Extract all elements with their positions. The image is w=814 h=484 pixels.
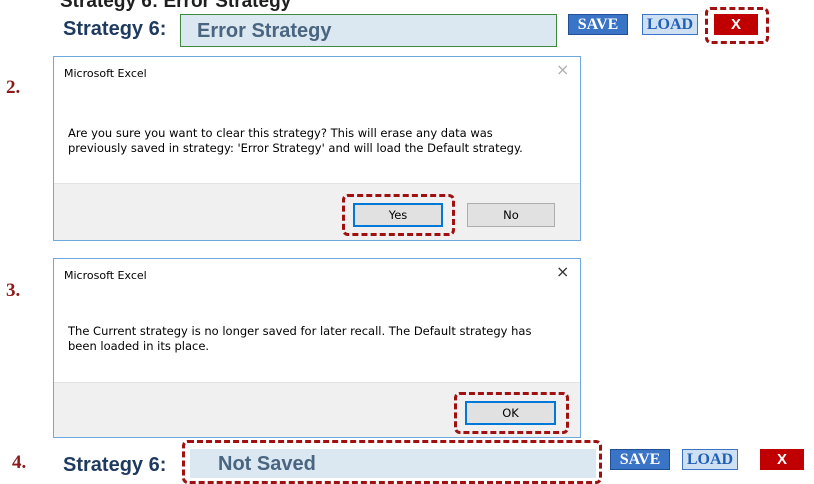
close-icon[interactable]: × <box>556 60 569 79</box>
load-button[interactable]: LOAD <box>642 14 698 35</box>
clear-strategy-button[interactable]: X <box>714 14 758 35</box>
no-button[interactable]: No <box>467 203 555 227</box>
message-line: previously saved in strategy: 'Error Str… <box>68 141 523 155</box>
message-line: been loaded in its place. <box>68 339 210 353</box>
dialog-message: Are you sure you want to clear this stra… <box>68 126 523 156</box>
ok-button[interactable]: OK <box>465 401 556 425</box>
step-number-2: 2. <box>6 77 21 98</box>
confirm-clear-dialog: Microsoft Excel × Are you sure you want … <box>53 56 581 241</box>
message-line: Are you sure you want to clear this stra… <box>68 126 493 140</box>
strategy-name-field[interactable]: Error Strategy <box>180 14 557 47</box>
strategy-label: Strategy 6: <box>63 18 167 40</box>
dialog-title: Microsoft Excel <box>64 269 147 282</box>
cropped-top-caption: Strategy 6: Error Strategy <box>60 0 292 12</box>
dialog-title: Microsoft Excel <box>64 67 147 80</box>
dialog-button-bar: Yes No <box>54 183 580 240</box>
yes-button[interactable]: Yes <box>353 203 443 227</box>
strategy-cleared-dialog: Microsoft Excel × The Current strategy i… <box>53 258 581 438</box>
highlight-strategy-field <box>182 440 602 484</box>
step-number-3: 3. <box>6 280 21 301</box>
load-button[interactable]: LOAD <box>682 449 738 470</box>
close-icon[interactable]: × <box>556 262 569 281</box>
message-line: The Current strategy is no longer saved … <box>68 324 532 338</box>
step-number-4: 4. <box>12 452 27 473</box>
strategy-label: Strategy 6: <box>63 454 167 476</box>
dialog-button-bar: OK <box>54 382 580 437</box>
save-button[interactable]: SAVE <box>610 449 670 470</box>
save-button[interactable]: SAVE <box>568 14 628 35</box>
clear-strategy-button[interactable]: X <box>760 449 804 470</box>
dialog-message: The Current strategy is no longer saved … <box>68 324 531 354</box>
